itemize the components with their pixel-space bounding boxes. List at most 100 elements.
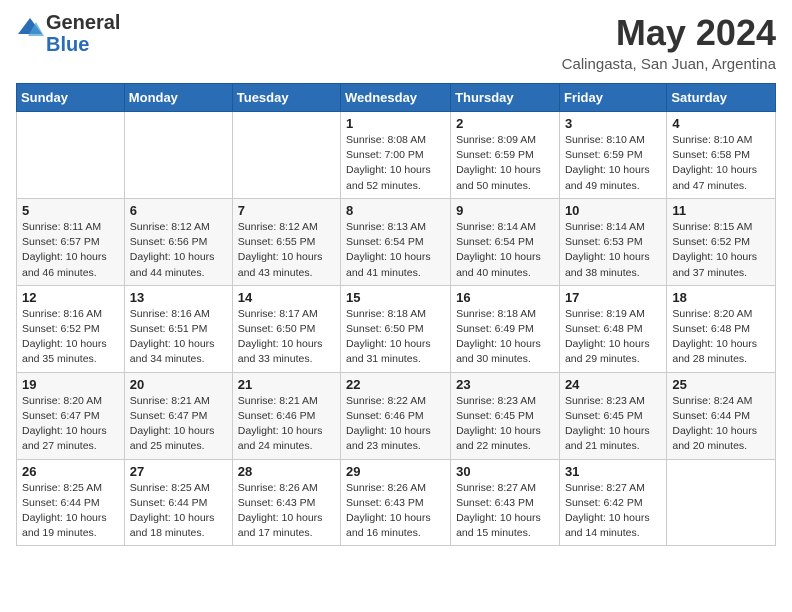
day-info: Sunrise: 8:26 AM Sunset: 6:43 PM Dayligh…: [238, 481, 335, 542]
day-cell: 16 Sunrise: 8:18 AM Sunset: 6:49 PM Dayli…: [451, 285, 560, 372]
day-info: Sunrise: 8:21 AM Sunset: 6:47 PM Dayligh…: [130, 394, 227, 455]
day-info: Sunrise: 8:12 AM Sunset: 6:56 PM Dayligh…: [130, 220, 227, 281]
day-cell: 2 Sunrise: 8:09 AM Sunset: 6:59 PM Daylig…: [451, 112, 560, 199]
day-info: Sunrise: 8:14 AM Sunset: 6:54 PM Dayligh…: [456, 220, 554, 281]
day-info: Sunrise: 8:26 AM Sunset: 6:43 PM Dayligh…: [346, 481, 445, 542]
header: General Blue May 2024 Calingasta, San Ju…: [16, 12, 776, 73]
day-cell: 25 Sunrise: 8:24 AM Sunset: 6:44 PM Dayli…: [667, 372, 776, 459]
day-cell: 3 Sunrise: 8:10 AM Sunset: 6:59 PM Daylig…: [559, 112, 666, 199]
day-info: Sunrise: 8:18 AM Sunset: 6:49 PM Dayligh…: [456, 307, 554, 368]
day-cell: 10Sunrise: 8:14 AM Sunset: 6:53 PM Dayli…: [559, 198, 666, 285]
day-cell: 29 Sunrise: 8:26 AM Sunset: 6:43 PM Dayli…: [341, 459, 451, 546]
day-number: 6: [130, 203, 227, 218]
day-number: 25: [672, 377, 770, 392]
day-info: Sunrise: 8:10 AM Sunset: 6:58 PM Dayligh…: [672, 133, 770, 194]
day-info: Sunrise: 8:20 AM Sunset: 6:48 PM Dayligh…: [672, 307, 770, 368]
day-info: Sunrise: 8:25 AM Sunset: 6:44 PM Dayligh…: [22, 481, 119, 542]
day-number: 9: [456, 203, 554, 218]
day-cell: 15Sunrise: 8:18 AM Sunset: 6:50 PM Dayli…: [341, 285, 451, 372]
calendar-table: Sunday Monday Tuesday Wednesday Thursday…: [16, 83, 776, 546]
day-number: 18: [672, 290, 770, 305]
week-row-0: 1 Sunrise: 8:08 AM Sunset: 7:00 PM Daylig…: [17, 112, 776, 199]
day-cell: 14 Sunrise: 8:17 AM Sunset: 6:50 PM Dayli…: [232, 285, 340, 372]
day-cell: 28 Sunrise: 8:26 AM Sunset: 6:43 PM Dayli…: [232, 459, 340, 546]
calendar-body: 1 Sunrise: 8:08 AM Sunset: 7:00 PM Daylig…: [17, 112, 776, 546]
day-info: Sunrise: 8:23 AM Sunset: 6:45 PM Dayligh…: [456, 394, 554, 455]
col-saturday: Saturday: [667, 84, 776, 112]
day-number: 17: [565, 290, 661, 305]
day-number: 12: [22, 290, 119, 305]
logo: General Blue: [16, 12, 120, 56]
day-number: 11: [672, 203, 770, 218]
day-cell: 31 Sunrise: 8:27 AM Sunset: 6:42 PM Dayli…: [559, 459, 666, 546]
day-cell: 6 Sunrise: 8:12 AM Sunset: 6:56 PM Daylig…: [124, 198, 232, 285]
col-wednesday: Wednesday: [341, 84, 451, 112]
day-cell: 21Sunrise: 8:21 AM Sunset: 6:46 PM Dayli…: [232, 372, 340, 459]
day-number: 15: [346, 290, 445, 305]
day-number: 4: [672, 116, 770, 131]
day-info: Sunrise: 8:23 AM Sunset: 6:45 PM Dayligh…: [565, 394, 661, 455]
day-number: 30: [456, 464, 554, 479]
day-cell: 26 Sunrise: 8:25 AM Sunset: 6:44 PM Dayli…: [17, 459, 125, 546]
logo-blue: Blue: [46, 34, 120, 56]
day-info: Sunrise: 8:17 AM Sunset: 6:50 PM Dayligh…: [238, 307, 335, 368]
day-cell: 20 Sunrise: 8:21 AM Sunset: 6:47 PM Dayli…: [124, 372, 232, 459]
day-number: 20: [130, 377, 227, 392]
day-info: Sunrise: 8:22 AM Sunset: 6:46 PM Dayligh…: [346, 394, 445, 455]
day-number: 7: [238, 203, 335, 218]
day-info: Sunrise: 8:12 AM Sunset: 6:55 PM Dayligh…: [238, 220, 335, 281]
day-number: 28: [238, 464, 335, 479]
day-cell: 12 Sunrise: 8:16 AM Sunset: 6:52 PM Dayli…: [17, 285, 125, 372]
day-cell: 22 Sunrise: 8:22 AM Sunset: 6:46 PM Dayli…: [341, 372, 451, 459]
day-number: 26: [22, 464, 119, 479]
day-info: Sunrise: 8:27 AM Sunset: 6:42 PM Dayligh…: [565, 481, 661, 542]
day-number: 22: [346, 377, 445, 392]
col-tuesday: Tuesday: [232, 84, 340, 112]
day-cell: 4 Sunrise: 8:10 AM Sunset: 6:58 PM Daylig…: [667, 112, 776, 199]
col-friday: Friday: [559, 84, 666, 112]
day-cell: 19Sunrise: 8:20 AM Sunset: 6:47 PM Dayli…: [17, 372, 125, 459]
col-thursday: Thursday: [451, 84, 560, 112]
day-cell: 9 Sunrise: 8:14 AM Sunset: 6:54 PM Daylig…: [451, 198, 560, 285]
day-number: 21: [238, 377, 335, 392]
day-info: Sunrise: 8:13 AM Sunset: 6:54 PM Dayligh…: [346, 220, 445, 281]
day-number: 16: [456, 290, 554, 305]
day-info: Sunrise: 8:09 AM Sunset: 6:59 PM Dayligh…: [456, 133, 554, 194]
day-info: Sunrise: 8:19 AM Sunset: 6:48 PM Dayligh…: [565, 307, 661, 368]
day-number: 23: [456, 377, 554, 392]
week-row-1: 5Sunrise: 8:11 AM Sunset: 6:57 PM Daylig…: [17, 198, 776, 285]
day-number: 14: [238, 290, 335, 305]
day-cell: [124, 112, 232, 199]
day-number: 3: [565, 116, 661, 131]
day-number: 27: [130, 464, 227, 479]
day-number: 29: [346, 464, 445, 479]
day-number: 8: [346, 203, 445, 218]
day-number: 2: [456, 116, 554, 131]
day-cell: 24Sunrise: 8:23 AM Sunset: 6:45 PM Dayli…: [559, 372, 666, 459]
day-cell: [17, 112, 125, 199]
day-cell: [667, 459, 776, 546]
day-info: Sunrise: 8:10 AM Sunset: 6:59 PM Dayligh…: [565, 133, 661, 194]
day-info: Sunrise: 8:16 AM Sunset: 6:51 PM Dayligh…: [130, 307, 227, 368]
week-row-4: 26 Sunrise: 8:25 AM Sunset: 6:44 PM Dayli…: [17, 459, 776, 546]
day-cell: 1 Sunrise: 8:08 AM Sunset: 7:00 PM Daylig…: [341, 112, 451, 199]
day-info: Sunrise: 8:24 AM Sunset: 6:44 PM Dayligh…: [672, 394, 770, 455]
day-number: 31: [565, 464, 661, 479]
day-info: Sunrise: 8:08 AM Sunset: 7:00 PM Dayligh…: [346, 133, 445, 194]
day-cell: 30 Sunrise: 8:27 AM Sunset: 6:43 PM Dayli…: [451, 459, 560, 546]
day-cell: 7 Sunrise: 8:12 AM Sunset: 6:55 PM Daylig…: [232, 198, 340, 285]
day-info: Sunrise: 8:16 AM Sunset: 6:52 PM Dayligh…: [22, 307, 119, 368]
day-cell: 8 Sunrise: 8:13 AM Sunset: 6:54 PM Daylig…: [341, 198, 451, 285]
day-cell: 5Sunrise: 8:11 AM Sunset: 6:57 PM Daylig…: [17, 198, 125, 285]
day-info: Sunrise: 8:15 AM Sunset: 6:52 PM Dayligh…: [672, 220, 770, 281]
logo-general: General: [46, 12, 120, 34]
day-info: Sunrise: 8:27 AM Sunset: 6:43 PM Dayligh…: [456, 481, 554, 542]
col-monday: Monday: [124, 84, 232, 112]
day-cell: 27Sunrise: 8:25 AM Sunset: 6:44 PM Dayli…: [124, 459, 232, 546]
day-info: Sunrise: 8:11 AM Sunset: 6:57 PM Dayligh…: [22, 220, 119, 281]
day-cell: 18 Sunrise: 8:20 AM Sunset: 6:48 PM Dayli…: [667, 285, 776, 372]
logo-icon: [16, 14, 44, 42]
day-number: 1: [346, 116, 445, 131]
week-row-3: 19Sunrise: 8:20 AM Sunset: 6:47 PM Dayli…: [17, 372, 776, 459]
day-info: Sunrise: 8:14 AM Sunset: 6:53 PM Dayligh…: [565, 220, 661, 281]
